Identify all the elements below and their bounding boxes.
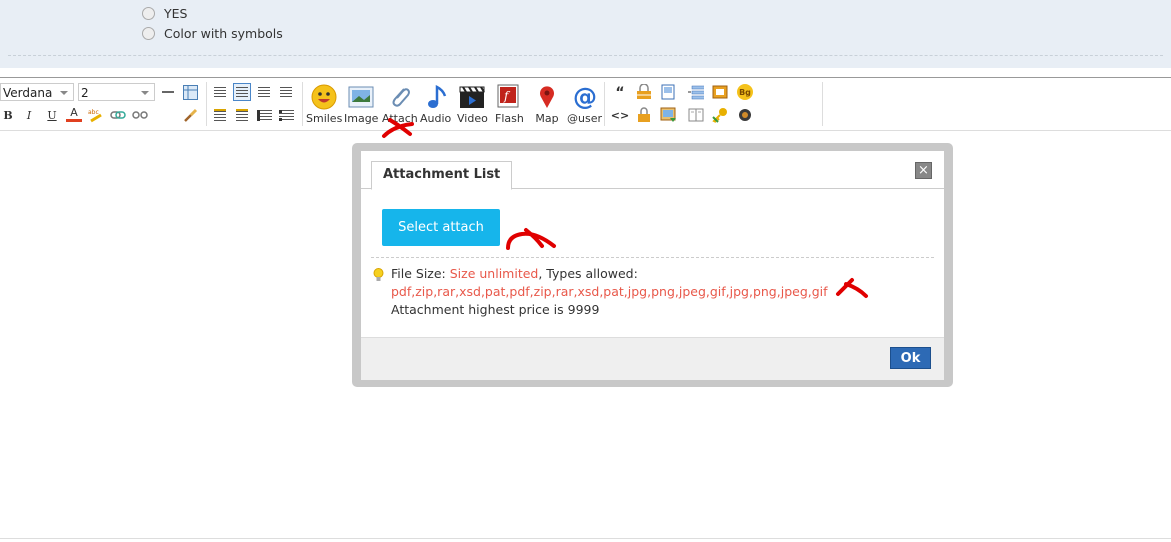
image-icon bbox=[348, 84, 374, 110]
clapperboard-icon bbox=[459, 84, 486, 110]
image-insert-icon[interactable] bbox=[660, 107, 676, 123]
media-icon[interactable] bbox=[712, 84, 728, 100]
quote-button[interactable]: “ bbox=[612, 85, 628, 101]
chevron-down-icon bbox=[141, 91, 149, 95]
italic-button[interactable]: I bbox=[21, 107, 37, 123]
font-size-value: 2 bbox=[81, 86, 89, 100]
tab-attachment-list[interactable]: Attachment List bbox=[371, 161, 513, 190]
select-attach-button[interactable]: Select attach bbox=[382, 209, 500, 246]
attachment-info: File Size: Size unlimited, Types allowed… bbox=[373, 265, 828, 319]
bold-button[interactable]: B bbox=[0, 107, 16, 123]
insert-rows-icon[interactable] bbox=[688, 84, 704, 100]
lightbulb-icon bbox=[373, 268, 384, 281]
key-icon[interactable] bbox=[712, 107, 728, 123]
audio-button[interactable]: Audio bbox=[420, 84, 451, 125]
types-label: , Types allowed: bbox=[538, 266, 638, 281]
indent-icon[interactable] bbox=[234, 107, 250, 123]
video-label: Video bbox=[457, 112, 488, 125]
record-icon[interactable] bbox=[737, 107, 753, 123]
file-size-value: Size unlimited bbox=[449, 266, 539, 281]
map-pin-icon bbox=[534, 84, 560, 110]
editor-bottom-border bbox=[0, 538, 1171, 539]
smiles-button[interactable]: Smiles bbox=[306, 84, 342, 125]
option-color-symbols-label: Color with symbols bbox=[164, 26, 283, 41]
spellcheck-icon[interactable]: abc bbox=[88, 107, 104, 123]
document-icon[interactable] bbox=[660, 84, 676, 100]
underline-button[interactable]: U bbox=[44, 107, 60, 123]
unordered-list-icon[interactable] bbox=[278, 107, 294, 123]
close-icon[interactable]: × bbox=[915, 162, 932, 179]
dialog-footer: Ok bbox=[361, 337, 944, 380]
divider bbox=[8, 55, 1163, 56]
code-button[interactable]: <> bbox=[611, 107, 629, 123]
toolbar-separator bbox=[302, 82, 303, 126]
smiles-label: Smiles bbox=[306, 112, 343, 125]
align-left-icon[interactable] bbox=[233, 83, 251, 101]
radio-yes[interactable] bbox=[142, 7, 155, 20]
dialog-body: Attachment List × Select attach File Siz… bbox=[361, 151, 944, 380]
align-right-icon[interactable] bbox=[278, 84, 294, 100]
file-size-line: File Size: Size unlimited, Types allowed… bbox=[391, 265, 828, 283]
attachment-dialog: Attachment List × Select attach File Siz… bbox=[352, 143, 953, 387]
option-color-symbols[interactable]: Color with symbols bbox=[142, 26, 283, 41]
divider bbox=[371, 257, 934, 258]
dialog-tab-bar: Attachment List × bbox=[361, 151, 944, 190]
svg-text:abc: abc bbox=[88, 109, 99, 116]
font-color-button[interactable]: A bbox=[66, 106, 82, 122]
clear-format-brush-icon[interactable] bbox=[182, 107, 198, 123]
image-button[interactable]: Image bbox=[344, 84, 378, 125]
horizontal-rule-icon[interactable] bbox=[160, 84, 176, 100]
paperclip-icon bbox=[387, 84, 413, 110]
options-panel: YES Color with symbols bbox=[0, 0, 1171, 68]
user-label: @user bbox=[567, 112, 602, 125]
music-note-icon bbox=[423, 84, 449, 110]
flash-label: Flash bbox=[495, 112, 524, 125]
ok-button[interactable]: Ok bbox=[890, 347, 931, 369]
font-size-select[interactable]: 2 bbox=[78, 83, 155, 101]
chevron-down-icon bbox=[60, 91, 68, 95]
option-yes-label: YES bbox=[164, 6, 188, 21]
font-family-select[interactable]: Verdana bbox=[0, 83, 74, 101]
columns-icon[interactable] bbox=[688, 107, 704, 123]
video-button[interactable]: Video bbox=[457, 84, 488, 125]
radio-color-symbols[interactable] bbox=[142, 27, 155, 40]
toolbar-separator bbox=[604, 82, 605, 126]
flash-icon: f bbox=[496, 84, 522, 110]
annotation-mark bbox=[382, 118, 414, 138]
ordered-list-icon[interactable] bbox=[256, 107, 272, 123]
link-icon[interactable] bbox=[110, 107, 126, 123]
flash-button[interactable]: f Flash bbox=[495, 84, 524, 125]
font-family-value: Verdana bbox=[3, 86, 53, 100]
annotation-mark bbox=[836, 278, 868, 298]
map-label: Map bbox=[535, 112, 559, 125]
option-yes[interactable]: YES bbox=[142, 6, 187, 21]
image-label: Image bbox=[344, 112, 379, 125]
unlink-icon[interactable] bbox=[132, 107, 148, 123]
types-allowed-value: pdf,zip,rar,xsd,pat,pdf,zip,rar,xsd,pat,… bbox=[391, 284, 828, 299]
file-size-label: File Size: bbox=[391, 266, 446, 281]
audio-label: Audio bbox=[420, 112, 452, 125]
map-button[interactable]: Map bbox=[534, 84, 560, 125]
align-left-indent-icon[interactable] bbox=[212, 84, 228, 100]
lock-icon[interactable] bbox=[636, 107, 652, 123]
align-center-icon[interactable] bbox=[256, 84, 272, 100]
annotation-mark bbox=[506, 228, 556, 250]
smiley-icon bbox=[311, 84, 337, 110]
at-sign-icon: @ bbox=[572, 84, 598, 110]
toolbar-separator bbox=[206, 82, 207, 126]
toolbar-separator bbox=[822, 82, 823, 126]
table-icon[interactable] bbox=[182, 84, 198, 100]
outdent-icon[interactable] bbox=[212, 107, 228, 123]
lock-grid-icon[interactable] bbox=[636, 84, 652, 100]
background-color-button[interactable]: Bg bbox=[737, 84, 753, 100]
svg-text:@: @ bbox=[573, 84, 597, 110]
mention-user-button[interactable]: @ @user bbox=[567, 84, 602, 125]
price-text: Attachment highest price is 9999 bbox=[391, 302, 600, 317]
